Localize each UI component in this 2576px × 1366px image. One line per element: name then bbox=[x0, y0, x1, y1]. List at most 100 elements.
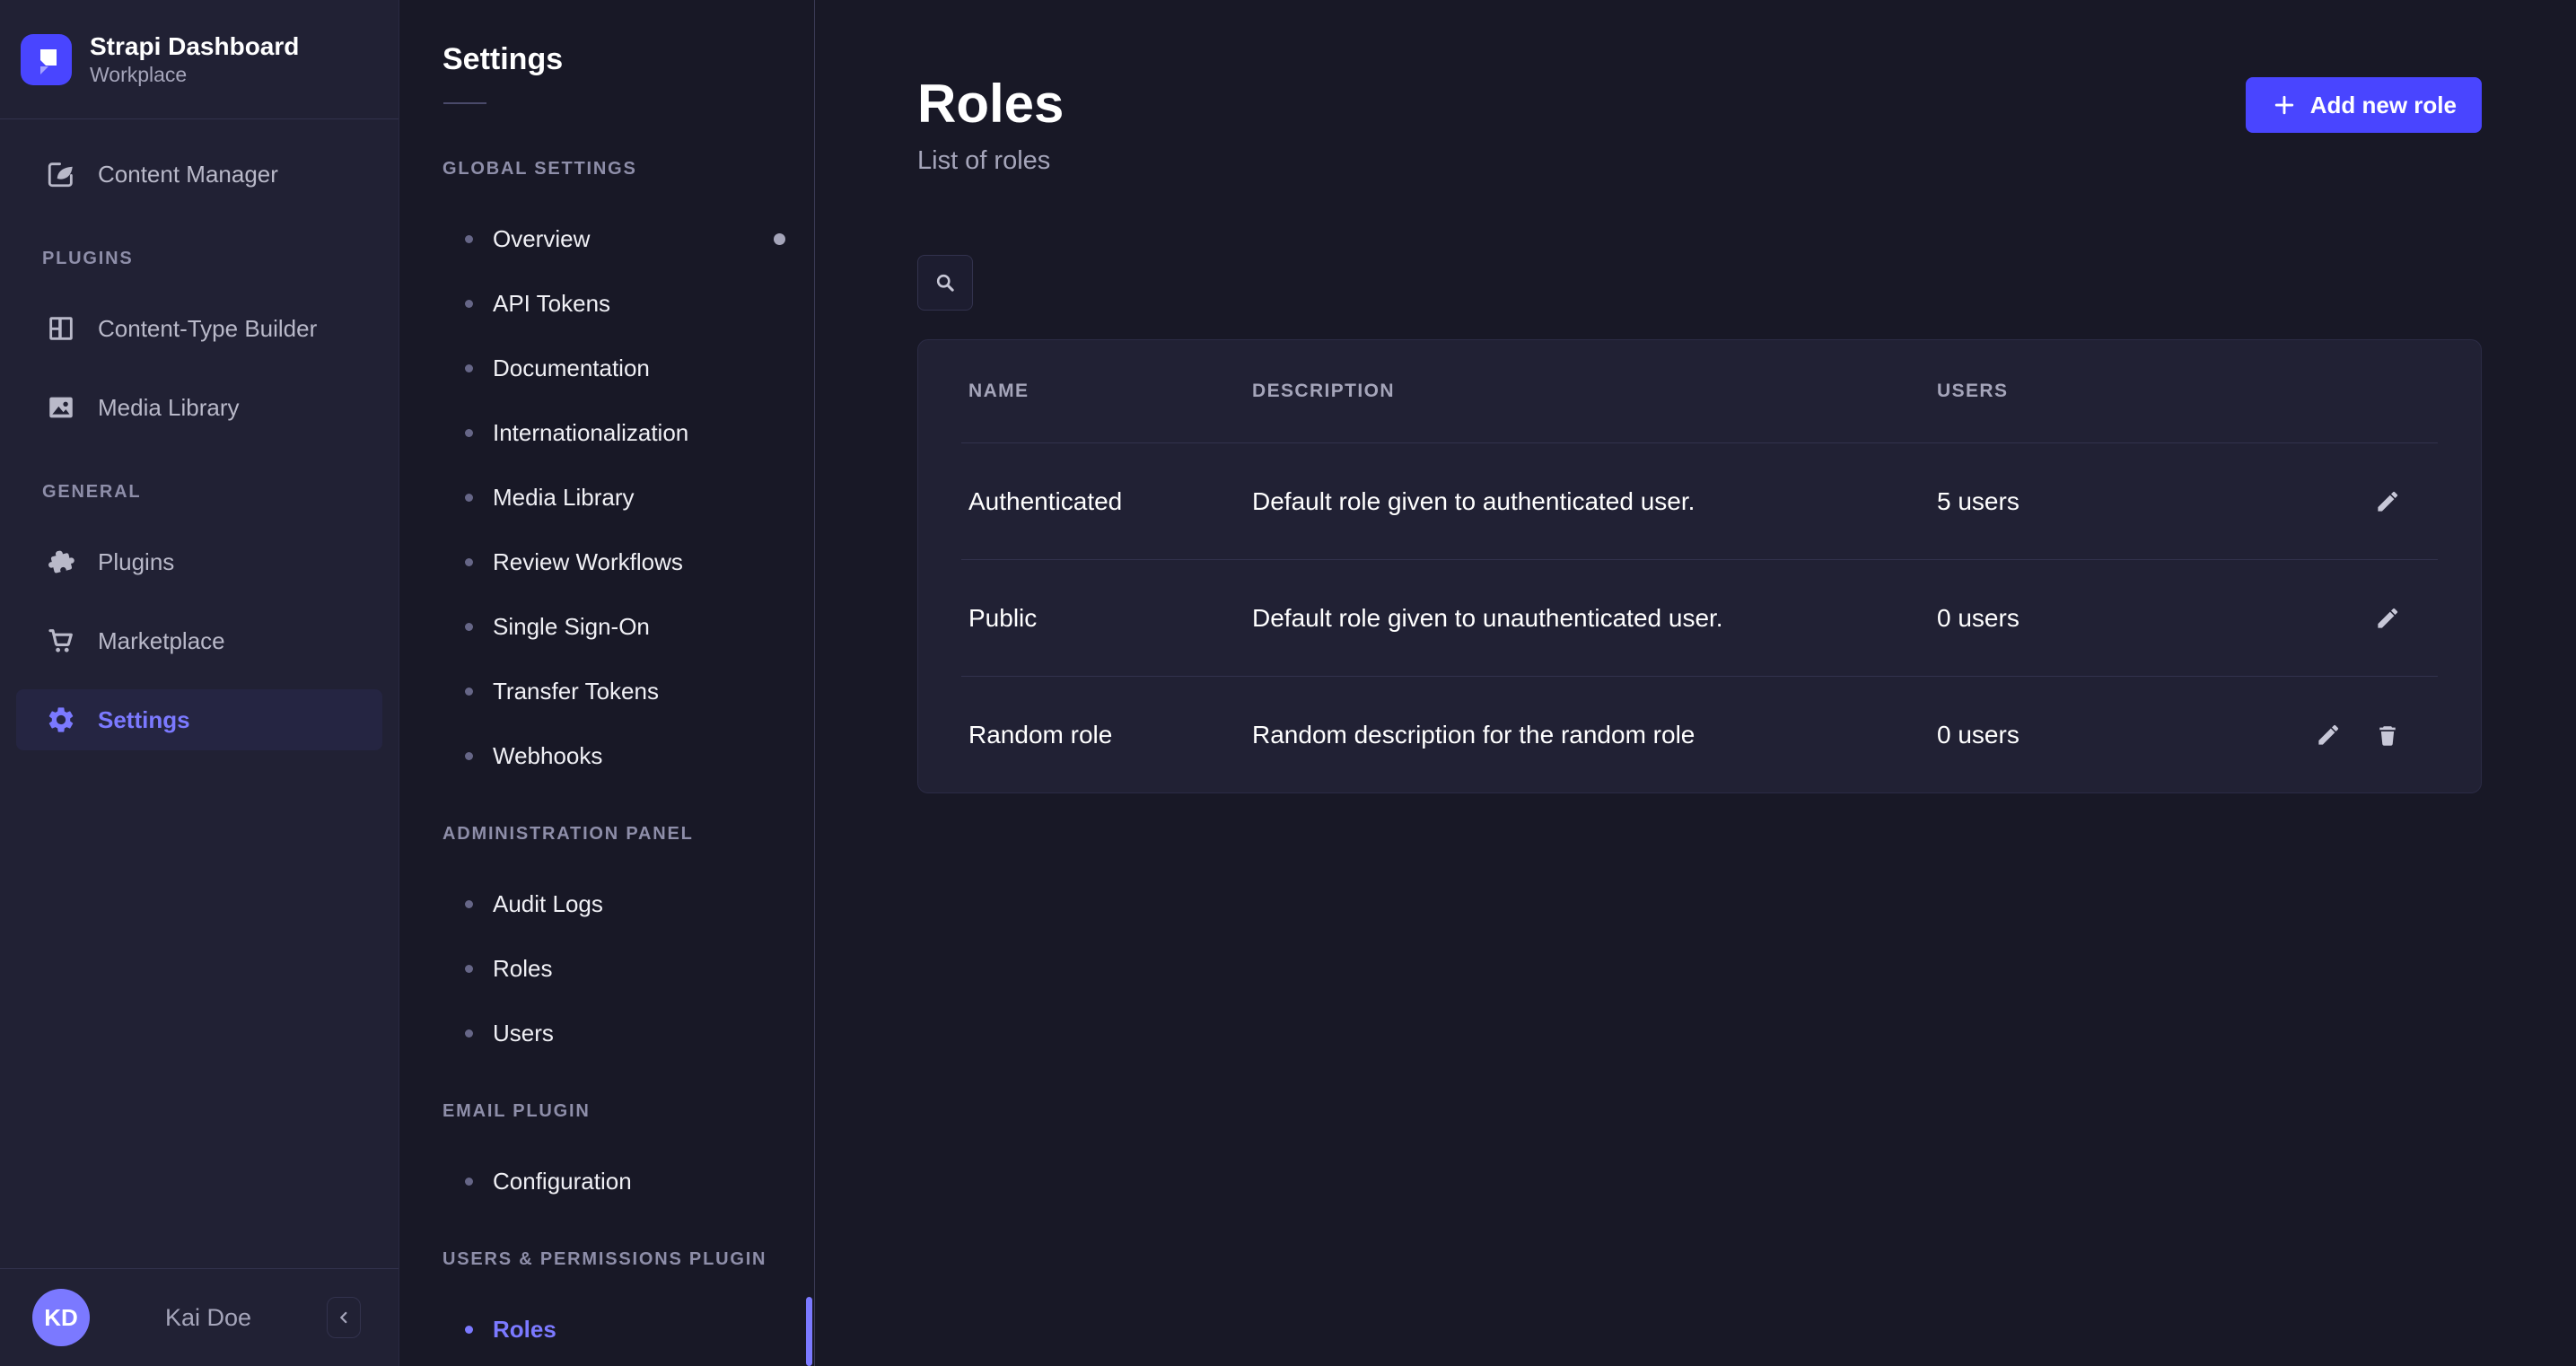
sidebar-section-plugins: PLUGINS bbox=[0, 249, 399, 270]
table-row-public[interactable]: Public Default role given to unauthentic… bbox=[918, 560, 2481, 676]
sidebar-item-content-manager[interactable]: Content Manager bbox=[0, 144, 399, 205]
sidebar-item-label: Settings bbox=[98, 706, 190, 734]
bullet-icon bbox=[465, 558, 473, 566]
brand-subtitle: Workplace bbox=[90, 62, 299, 87]
subnav-item-webhooks[interactable]: Webhooks bbox=[400, 723, 814, 788]
table-row-random-role[interactable]: Random role Random description for the r… bbox=[918, 677, 2481, 792]
sidebar-item-marketplace[interactable]: Marketplace bbox=[0, 610, 399, 671]
subnav-item-overview[interactable]: Overview bbox=[400, 206, 814, 271]
page-subtitle: List of roles bbox=[917, 145, 1064, 176]
add-new-role-label: Add new role bbox=[2310, 92, 2457, 119]
bullet-icon bbox=[465, 300, 473, 308]
subnav-section-administration-panel: ADMINISTRATION PANEL bbox=[400, 824, 814, 845]
scrollbar-thumb[interactable] bbox=[806, 1297, 812, 1366]
avatar[interactable]: KD bbox=[32, 1289, 90, 1346]
main-content: Roles List of roles Add new role NAME DE… bbox=[816, 0, 2576, 1366]
edit-role-button[interactable] bbox=[2312, 719, 2344, 751]
column-header-users: USERS bbox=[1937, 381, 2296, 402]
bullet-icon bbox=[465, 1326, 473, 1334]
edit-role-button[interactable] bbox=[2371, 486, 2404, 518]
content-manager-icon bbox=[46, 159, 76, 189]
bullet-icon bbox=[465, 687, 473, 696]
edit-role-button[interactable] bbox=[2371, 602, 2404, 635]
subnav-item-email-configuration[interactable]: Configuration bbox=[400, 1149, 814, 1213]
main-sidebar: Strapi Dashboard Workplace Content Manag… bbox=[0, 0, 399, 1366]
bullet-icon bbox=[465, 900, 473, 908]
sidebar-item-content-type-builder[interactable]: Content-Type Builder bbox=[0, 298, 399, 359]
role-description: Random description for the random role bbox=[1252, 721, 1937, 749]
sidebar-item-label: Content Manager bbox=[98, 161, 278, 188]
subnav-title: Settings bbox=[400, 0, 814, 75]
bullet-icon bbox=[465, 494, 473, 502]
sidebar-item-media-library[interactable]: Media Library bbox=[0, 377, 399, 438]
role-description: Default role given to authenticated user… bbox=[1252, 487, 1937, 516]
subnav-item-media-library[interactable]: Media Library bbox=[400, 465, 814, 530]
brand-home-link[interactable]: Strapi Dashboard Workplace bbox=[0, 0, 399, 119]
cart-icon bbox=[46, 626, 76, 656]
subnav-section-email-plugin: EMAIL PLUGIN bbox=[400, 1101, 814, 1123]
bullet-icon bbox=[465, 623, 473, 631]
table-header-row: NAME DESCRIPTION USERS bbox=[918, 340, 2481, 442]
subnav-section-global-settings: GLOBAL SETTINGS bbox=[400, 159, 814, 180]
bullet-icon bbox=[465, 1178, 473, 1186]
role-users-count: 0 users bbox=[1937, 604, 2296, 633]
sidebar-item-label: Plugins bbox=[98, 548, 174, 576]
subnav-item-transfer-tokens[interactable]: Transfer Tokens bbox=[400, 659, 814, 723]
subnav-item-documentation[interactable]: Documentation bbox=[400, 336, 814, 400]
pencil-icon bbox=[2374, 605, 2401, 632]
delete-role-button[interactable] bbox=[2371, 719, 2404, 751]
role-name: Authenticated bbox=[968, 487, 1252, 516]
role-users-count: 0 users bbox=[1937, 721, 2296, 749]
search-button[interactable] bbox=[917, 255, 973, 311]
settings-subnav: Settings GLOBAL SETTINGS Overview API To… bbox=[400, 0, 815, 1366]
bullet-icon bbox=[465, 965, 473, 973]
roles-table: NAME DESCRIPTION USERS Authenticated Def… bbox=[917, 339, 2482, 793]
chevron-left-icon bbox=[334, 1308, 354, 1327]
sidebar-section-general: GENERAL bbox=[0, 482, 399, 503]
puzzle-icon bbox=[46, 547, 76, 577]
subnav-item-review-workflows[interactable]: Review Workflows bbox=[400, 530, 814, 594]
subnav-item-single-sign-on[interactable]: Single Sign-On bbox=[400, 594, 814, 659]
subnav-title-divider bbox=[443, 102, 486, 104]
subnav-item-internationalization[interactable]: Internationalization bbox=[400, 400, 814, 465]
add-new-role-button[interactable]: Add new role bbox=[2246, 77, 2482, 133]
pencil-icon bbox=[2315, 722, 2342, 749]
brand-title: Strapi Dashboard bbox=[90, 31, 299, 62]
page-title: Roles bbox=[917, 77, 1064, 131]
pencil-icon bbox=[2374, 488, 2401, 515]
subnav-section-users-permissions-plugin: USERS & PERMISSIONS PLUGIN bbox=[400, 1249, 814, 1271]
user-name: Kai Doe bbox=[90, 1304, 327, 1332]
gear-icon bbox=[46, 705, 76, 735]
bullet-icon bbox=[465, 364, 473, 372]
bullet-icon bbox=[465, 1029, 473, 1038]
search-icon bbox=[933, 270, 958, 295]
trash-icon bbox=[2374, 722, 2401, 749]
media-library-icon bbox=[46, 392, 76, 423]
sidebar-item-settings[interactable]: Settings bbox=[16, 689, 382, 750]
table-row-authenticated[interactable]: Authenticated Default role given to auth… bbox=[918, 443, 2481, 559]
subnav-item-admin-users[interactable]: Users bbox=[400, 1001, 814, 1065]
role-name: Random role bbox=[968, 721, 1252, 749]
user-footer: KD Kai Doe bbox=[0, 1268, 399, 1366]
subnav-item-up-roles[interactable]: Roles bbox=[400, 1297, 814, 1362]
subnav-item-admin-roles[interactable]: Roles bbox=[400, 936, 814, 1001]
collapse-sidebar-button[interactable] bbox=[327, 1297, 361, 1338]
bullet-icon bbox=[465, 429, 473, 437]
sidebar-item-label: Media Library bbox=[98, 394, 240, 422]
column-header-description: DESCRIPTION bbox=[1252, 381, 1937, 402]
sidebar-item-label: Marketplace bbox=[98, 627, 225, 655]
column-header-name: NAME bbox=[968, 381, 1252, 402]
plus-icon bbox=[2271, 92, 2298, 118]
bullet-icon bbox=[465, 235, 473, 243]
content-type-builder-icon bbox=[46, 313, 76, 344]
sidebar-item-label: Content-Type Builder bbox=[98, 315, 317, 343]
subnav-item-audit-logs[interactable]: Audit Logs bbox=[400, 871, 814, 936]
role-description: Default role given to unauthenticated us… bbox=[1252, 604, 1937, 633]
role-users-count: 5 users bbox=[1937, 487, 2296, 516]
bullet-icon bbox=[465, 752, 473, 760]
sidebar-item-plugins[interactable]: Plugins bbox=[0, 531, 399, 592]
notification-dot bbox=[774, 233, 785, 245]
role-name: Public bbox=[968, 604, 1252, 633]
subnav-item-api-tokens[interactable]: API Tokens bbox=[400, 271, 814, 336]
strapi-logo-icon bbox=[21, 34, 72, 85]
